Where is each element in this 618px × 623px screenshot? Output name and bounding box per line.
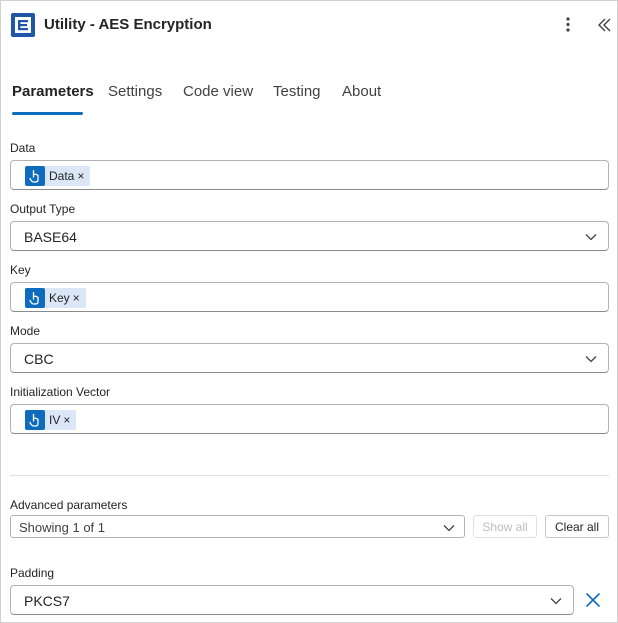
- remove-padding-button[interactable]: [584, 591, 602, 609]
- data-input[interactable]: Data ×: [10, 160, 609, 190]
- more-options-button[interactable]: [558, 13, 578, 37]
- touch-icon: [25, 288, 45, 308]
- advanced-parameters-value: Showing 1 of 1: [19, 520, 106, 535]
- padding-select[interactable]: PKCS7: [10, 585, 574, 615]
- tab-testing[interactable]: Testing: [273, 83, 321, 100]
- key-token[interactable]: Key ×: [25, 288, 86, 308]
- section-divider: [10, 475, 609, 476]
- key-token-label: Key: [49, 291, 70, 305]
- output-type-select[interactable]: BASE64: [10, 221, 609, 251]
- show-all-button[interactable]: Show all: [473, 515, 537, 538]
- mode-value: CBC: [24, 351, 54, 367]
- data-token-label: Data: [49, 169, 75, 183]
- data-token-remove-icon[interactable]: ×: [77, 169, 84, 183]
- chevron-double-left-icon: [598, 18, 611, 32]
- output-type-value: BASE64: [24, 229, 77, 245]
- output-type-label: Output Type: [10, 202, 76, 216]
- close-icon: [586, 593, 600, 607]
- chevron-down-icon: [585, 234, 597, 241]
- iv-label: Initialization Vector: [10, 385, 111, 399]
- clear-all-button[interactable]: Clear all: [545, 515, 609, 538]
- panel-title: Utility - AES Encryption: [44, 16, 212, 33]
- iv-input[interactable]: IV ×: [10, 404, 609, 434]
- app-logo-icon: [11, 13, 35, 37]
- data-token[interactable]: Data ×: [25, 166, 91, 186]
- key-input[interactable]: Key ×: [10, 282, 609, 312]
- touch-icon: [25, 166, 45, 186]
- collapse-panel-button[interactable]: [594, 13, 614, 37]
- tab-parameters[interactable]: Parameters: [12, 83, 94, 100]
- active-tab-indicator: [12, 112, 83, 115]
- iv-token-label: IV: [49, 413, 61, 427]
- padding-value: PKCS7: [24, 593, 70, 609]
- tab-code-view[interactable]: Code view: [183, 83, 253, 100]
- iv-token[interactable]: IV ×: [25, 410, 77, 430]
- touch-icon: [25, 410, 45, 430]
- data-label: Data: [10, 141, 36, 155]
- key-label: Key: [10, 263, 31, 277]
- mode-label: Mode: [10, 324, 41, 338]
- chevron-down-icon: [585, 356, 597, 363]
- advanced-parameters-select[interactable]: Showing 1 of 1: [10, 515, 465, 538]
- more-vertical-icon: [566, 17, 570, 32]
- mode-select[interactable]: CBC: [10, 343, 609, 373]
- padding-label: Padding: [10, 566, 55, 580]
- chevron-down-icon: [550, 598, 562, 605]
- tab-about[interactable]: About: [342, 83, 381, 100]
- advanced-parameters-label: Advanced parameters: [10, 498, 128, 512]
- key-token-remove-icon[interactable]: ×: [73, 291, 80, 305]
- iv-token-remove-icon[interactable]: ×: [63, 413, 70, 427]
- action-panel: Utility - AES Encryption Parameters Sett…: [0, 0, 618, 623]
- tab-settings[interactable]: Settings: [108, 83, 162, 100]
- chevron-down-icon: [443, 525, 455, 532]
